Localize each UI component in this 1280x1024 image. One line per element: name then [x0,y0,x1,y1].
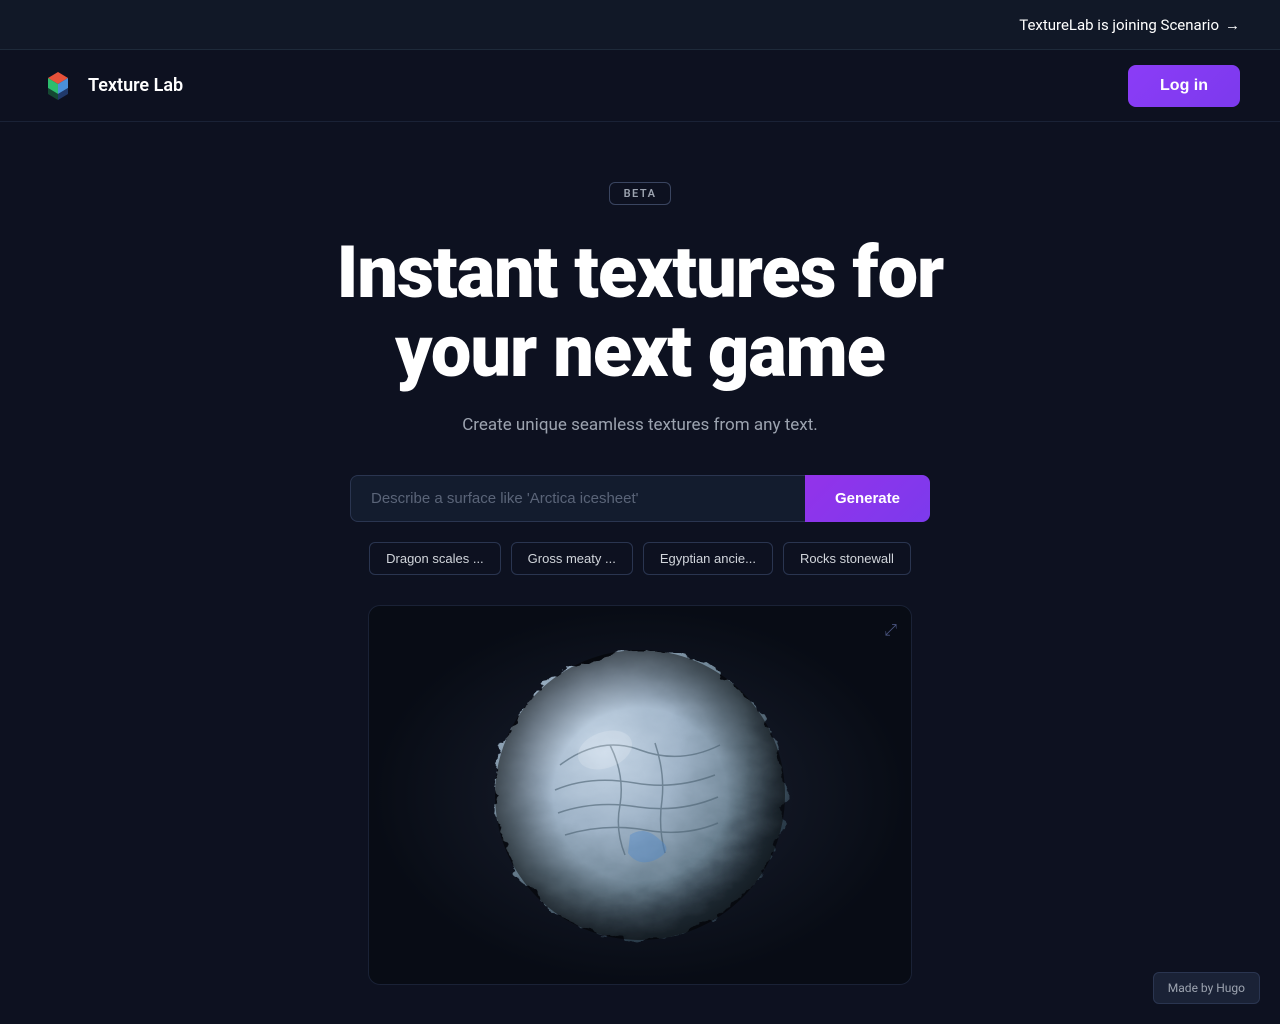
announcement-arrow: → [1225,16,1240,34]
nav-logo[interactable]: Texture Lab [40,68,183,104]
made-by-badge: Made by Hugo [1153,972,1260,1004]
announcement-text: TextureLab is joining Scenario [1019,16,1219,34]
suggestion-chip-1[interactable]: Gross meaty ... [511,542,633,575]
generate-button[interactable]: Generate [805,475,930,522]
texture-search-input[interactable] [350,475,805,522]
announcement-bar: TextureLab is joining Scenario → [0,0,1280,50]
hero-title-line2: your next game [395,309,885,394]
hero-subtitle: Create unique seamless textures from any… [462,415,818,435]
suggestions-row: Dragon scales ... Gross meaty ... Egypti… [340,542,940,575]
beta-badge: BETA [609,182,672,205]
suggestion-chip-2[interactable]: Egyptian ancie... [643,542,773,575]
hero-title: Instant textures for your next game [337,233,944,391]
search-container: Generate [350,475,930,522]
preview-container: ⤢ [368,605,912,985]
login-button[interactable]: Log in [1128,65,1240,107]
hero-section: BETA Instant textures for your next game… [0,122,1280,985]
announcement-link[interactable]: TextureLab is joining Scenario → [1019,16,1240,34]
preview-sphere-area [369,606,911,984]
suggestion-chip-0[interactable]: Dragon scales ... [369,542,501,575]
sphere-preview [480,635,800,955]
logo-icon [40,68,76,104]
hero-title-line1: Instant textures for [337,230,944,315]
suggestion-chip-3[interactable]: Rocks stonewall [783,542,911,575]
navbar: Texture Lab Log in [0,50,1280,122]
nav-title: Texture Lab [88,75,183,96]
expand-icon[interactable]: ⤢ [884,620,897,640]
